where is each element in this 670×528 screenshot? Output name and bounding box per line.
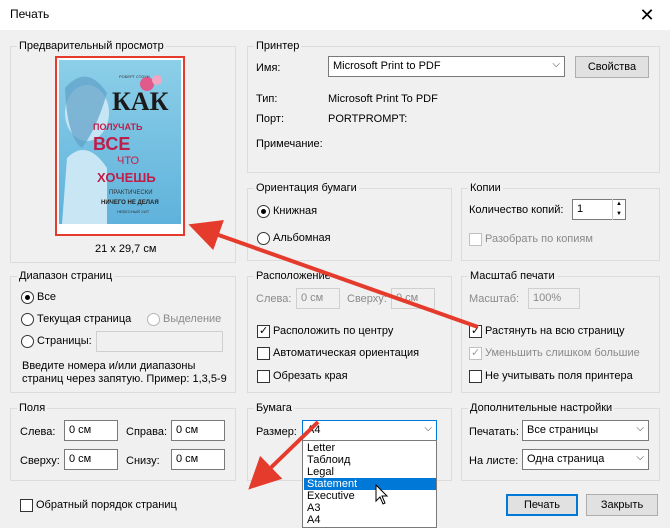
- arrow-to-paper-size: [248, 420, 320, 490]
- arrow-stretch-to-preview: [188, 219, 479, 329]
- annotation-arrows: [188, 219, 479, 490]
